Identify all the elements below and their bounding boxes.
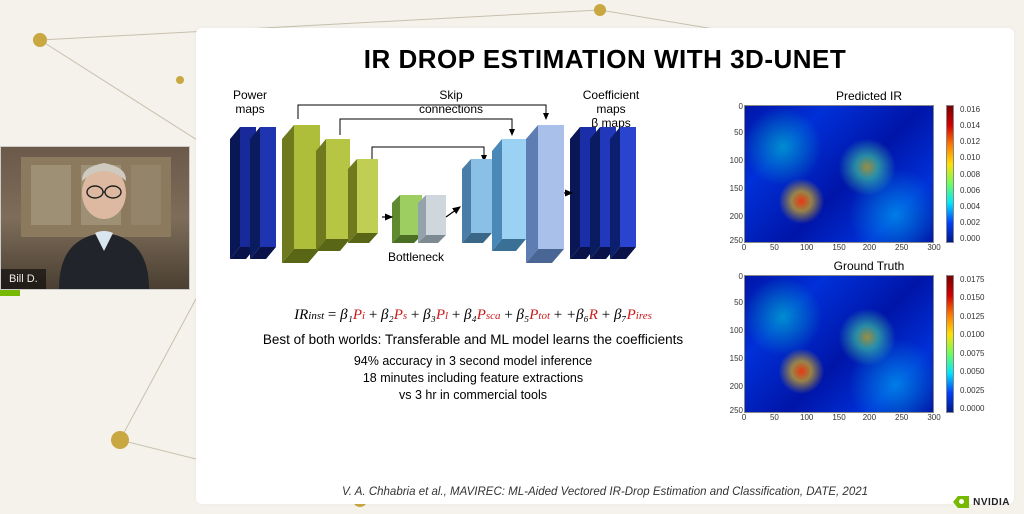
colorbar-ground-ticks: 0.0175 0.0150 0.0125 0.0100 0.0075 0.005… bbox=[960, 275, 984, 413]
heatmap-ground-title: Ground Truth bbox=[744, 259, 994, 273]
speaker-silhouette bbox=[49, 159, 159, 289]
heatmap-ground: Ground Truth 0 50 100 150 200 250 0 bbox=[744, 259, 994, 423]
nvidia-eye-icon bbox=[953, 496, 969, 508]
bullet-2: 18 minutes including feature extractions bbox=[216, 370, 730, 387]
caption-main: Best of both worlds: Transferable and ML… bbox=[216, 332, 730, 347]
unet-diagram: Power maps Skip connections Coefficient … bbox=[216, 89, 730, 299]
colorbar-predicted-ticks: 0.016 0.014 0.012 0.010 0.008 0.006 0.00… bbox=[960, 105, 980, 243]
equation: IRinst = β₁Pi + β₂Ps + β₃Pl + β₄Psca + β… bbox=[216, 307, 730, 324]
speaker-name: Bill D. bbox=[9, 273, 38, 285]
slide: IR DROP ESTIMATION WITH 3D-UNET Power ma… bbox=[196, 28, 1014, 504]
heatmap-predicted-title: Predicted IR bbox=[744, 89, 994, 103]
speaker-video[interactable]: Bill D. bbox=[0, 146, 190, 290]
bullets: 94% accuracy in 3 second model inference… bbox=[216, 353, 730, 404]
colorbar-predicted bbox=[946, 105, 954, 243]
bullet-1: 94% accuracy in 3 second model inference bbox=[216, 353, 730, 370]
citation: V. A. Chhabria et al., MAVIREC: ML-Aided… bbox=[196, 486, 1014, 498]
heatmap-predicted-img: 0 50 100 150 200 250 bbox=[744, 105, 934, 243]
accent-bar bbox=[0, 290, 20, 296]
nvidia-logo-text: NVIDIA bbox=[973, 497, 1010, 508]
nvidia-logo: NVIDIA bbox=[953, 496, 1010, 508]
heatmap-ground-img: 0 50 100 150 200 250 bbox=[744, 275, 934, 413]
slide-title: IR DROP ESTIMATION WITH 3D-UNET bbox=[216, 44, 994, 75]
bullet-3: vs 3 hr in commercial tools bbox=[216, 387, 730, 404]
speaker-name-tag: Bill D. bbox=[1, 269, 46, 289]
heatmap-predicted: Predicted IR 0 50 100 150 200 250 0 bbox=[744, 89, 994, 253]
colorbar-ground bbox=[946, 275, 954, 413]
